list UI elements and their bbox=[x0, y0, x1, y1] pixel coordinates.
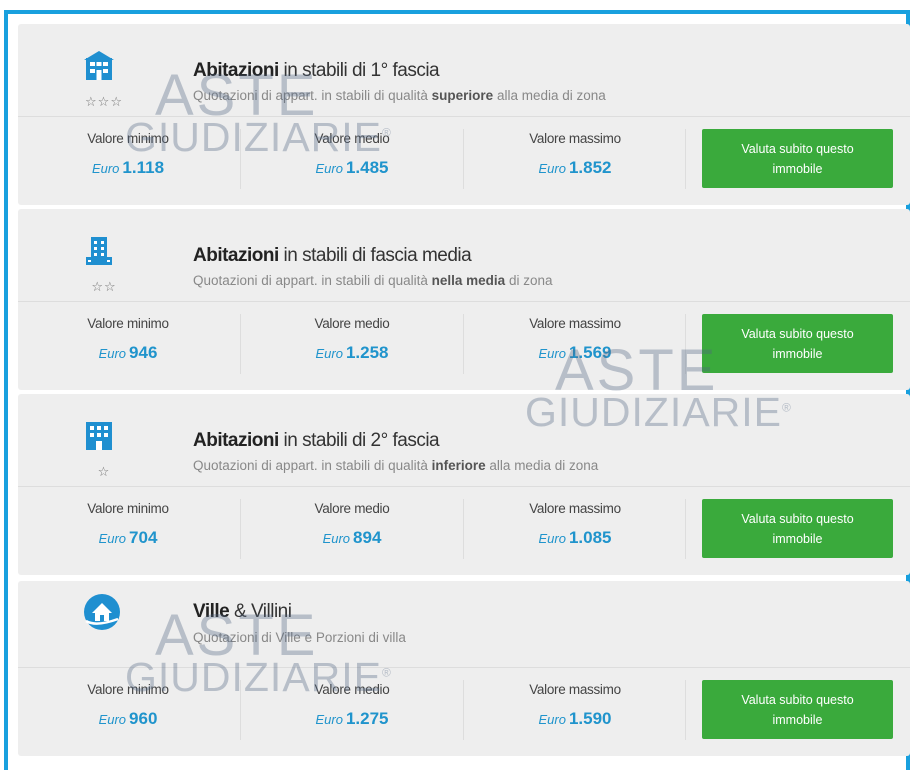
min-label: Valore minimo bbox=[87, 501, 169, 516]
divider bbox=[463, 499, 464, 559]
min-value: Euro 704 bbox=[98, 528, 158, 547]
card-subtitle: Quotazioni di Ville e Porzioni di villa bbox=[193, 630, 406, 645]
card-header: Ville & Villini Quotazioni di Ville e Po… bbox=[18, 581, 910, 668]
mid-value: Euro 1.485 bbox=[315, 158, 389, 177]
max-value: Euro 1.590 bbox=[538, 709, 612, 728]
card-values: Valore minimo Euro 704 Valore medio Euro 8… bbox=[18, 487, 910, 575]
divider bbox=[685, 680, 686, 740]
mid-value: Euro 1.275 bbox=[315, 709, 389, 728]
rating-stars: ☆ bbox=[97, 464, 111, 479]
max-value-column: Valore massimo Euro 1.569 bbox=[465, 316, 685, 363]
quote-card-fascia-2: ☆ Abitazioni in stabili di 2° fascia Quo… bbox=[18, 394, 910, 575]
mid-value-column: Valore medio Euro 894 bbox=[242, 501, 462, 548]
mid-label: Valore medio bbox=[314, 682, 390, 697]
card-title: Abitazioni in stabili di 1° fascia bbox=[193, 60, 440, 81]
building-office-icon bbox=[82, 420, 116, 452]
evaluate-property-button[interactable]: Valuta subito questo immobile bbox=[702, 680, 893, 739]
min-value-column: Valore minimo Euro 1.118 bbox=[18, 131, 238, 178]
evaluate-property-button[interactable]: Valuta subito questo immobile bbox=[702, 314, 893, 373]
divider bbox=[685, 499, 686, 559]
min-value-column: Valore minimo Euro 960 bbox=[18, 682, 238, 729]
min-label: Valore minimo bbox=[87, 316, 169, 331]
divider bbox=[463, 680, 464, 740]
divider bbox=[240, 680, 241, 740]
min-label: Valore minimo bbox=[87, 682, 169, 697]
divider bbox=[685, 129, 686, 189]
mid-value-column: Valore medio Euro 1.275 bbox=[242, 682, 462, 729]
mid-label: Valore medio bbox=[314, 316, 390, 331]
card-title: Abitazioni in stabili di fascia media bbox=[193, 245, 472, 266]
building-apartment-icon bbox=[82, 235, 116, 267]
rating-stars: ☆☆☆ bbox=[85, 94, 123, 109]
rating-stars: ☆☆ bbox=[91, 279, 117, 294]
mid-value: Euro 1.258 bbox=[315, 343, 389, 362]
max-label: Valore massimo bbox=[529, 316, 621, 331]
card-title: Abitazioni in stabili di 2° fascia bbox=[193, 430, 440, 451]
card-header: ☆☆☆ Abitazioni in stabili di 1° fascia Q… bbox=[18, 24, 910, 117]
card-header: ☆ Abitazioni in stabili di 2° fascia Quo… bbox=[18, 394, 910, 487]
quote-card-fascia-1: ☆☆☆ Abitazioni in stabili di 1° fascia Q… bbox=[18, 24, 910, 205]
max-value: Euro 1.569 bbox=[538, 343, 612, 362]
mid-label: Valore medio bbox=[314, 131, 390, 146]
mid-label: Valore medio bbox=[314, 501, 390, 516]
max-label: Valore massimo bbox=[529, 682, 621, 697]
divider bbox=[240, 314, 241, 374]
card-subtitle: Quotazioni di appart. in stabili di qual… bbox=[193, 458, 599, 473]
divider bbox=[240, 499, 241, 559]
card-values: Valore minimo Euro 946 Valore medio Euro 1… bbox=[18, 302, 910, 390]
card-subtitle: Quotazioni di appart. in stabili di qual… bbox=[193, 273, 553, 288]
mid-value-column: Valore medio Euro 1.485 bbox=[242, 131, 462, 178]
min-value: Euro 1.118 bbox=[91, 158, 165, 177]
card-subtitle: Quotazioni di appart. in stabili di qual… bbox=[193, 88, 606, 103]
max-value: Euro 1.852 bbox=[538, 158, 612, 177]
divider bbox=[685, 314, 686, 374]
card-title: Ville & Villini bbox=[193, 601, 292, 622]
min-value-column: Valore minimo Euro 946 bbox=[18, 316, 238, 363]
mid-value-column: Valore medio Euro 1.258 bbox=[242, 316, 462, 363]
card-values: Valore minimo Euro 1.118 Valore medio Eur… bbox=[18, 117, 910, 205]
min-value-column: Valore minimo Euro 704 bbox=[18, 501, 238, 548]
card-values: Valore minimo Euro 960 Valore medio Euro 1… bbox=[18, 668, 910, 756]
mid-value: Euro 894 bbox=[322, 528, 382, 547]
max-value: Euro 1.085 bbox=[538, 528, 612, 547]
divider bbox=[240, 129, 241, 189]
max-label: Valore massimo bbox=[529, 501, 621, 516]
max-value-column: Valore massimo Euro 1.852 bbox=[465, 131, 685, 178]
quote-card-fascia-media: ☆☆ Abitazioni in stabili di fascia media… bbox=[18, 209, 910, 390]
min-label: Valore minimo bbox=[87, 131, 169, 146]
divider bbox=[463, 129, 464, 189]
building-house-icon bbox=[82, 50, 116, 82]
villa-hand-icon bbox=[82, 593, 120, 630]
card-header: ☆☆ Abitazioni in stabili di fascia media… bbox=[18, 209, 910, 302]
max-value-column: Valore massimo Euro 1.590 bbox=[465, 682, 685, 729]
min-value: Euro 960 bbox=[98, 709, 158, 728]
divider bbox=[463, 314, 464, 374]
quote-card-ville: Ville & Villini Quotazioni di Ville e Po… bbox=[18, 581, 910, 756]
max-value-column: Valore massimo Euro 1.085 bbox=[465, 501, 685, 548]
evaluate-property-button[interactable]: Valuta subito questo immobile bbox=[702, 129, 893, 188]
min-value: Euro 946 bbox=[98, 343, 158, 362]
evaluate-property-button[interactable]: Valuta subito questo immobile bbox=[702, 499, 893, 558]
max-label: Valore massimo bbox=[529, 131, 621, 146]
